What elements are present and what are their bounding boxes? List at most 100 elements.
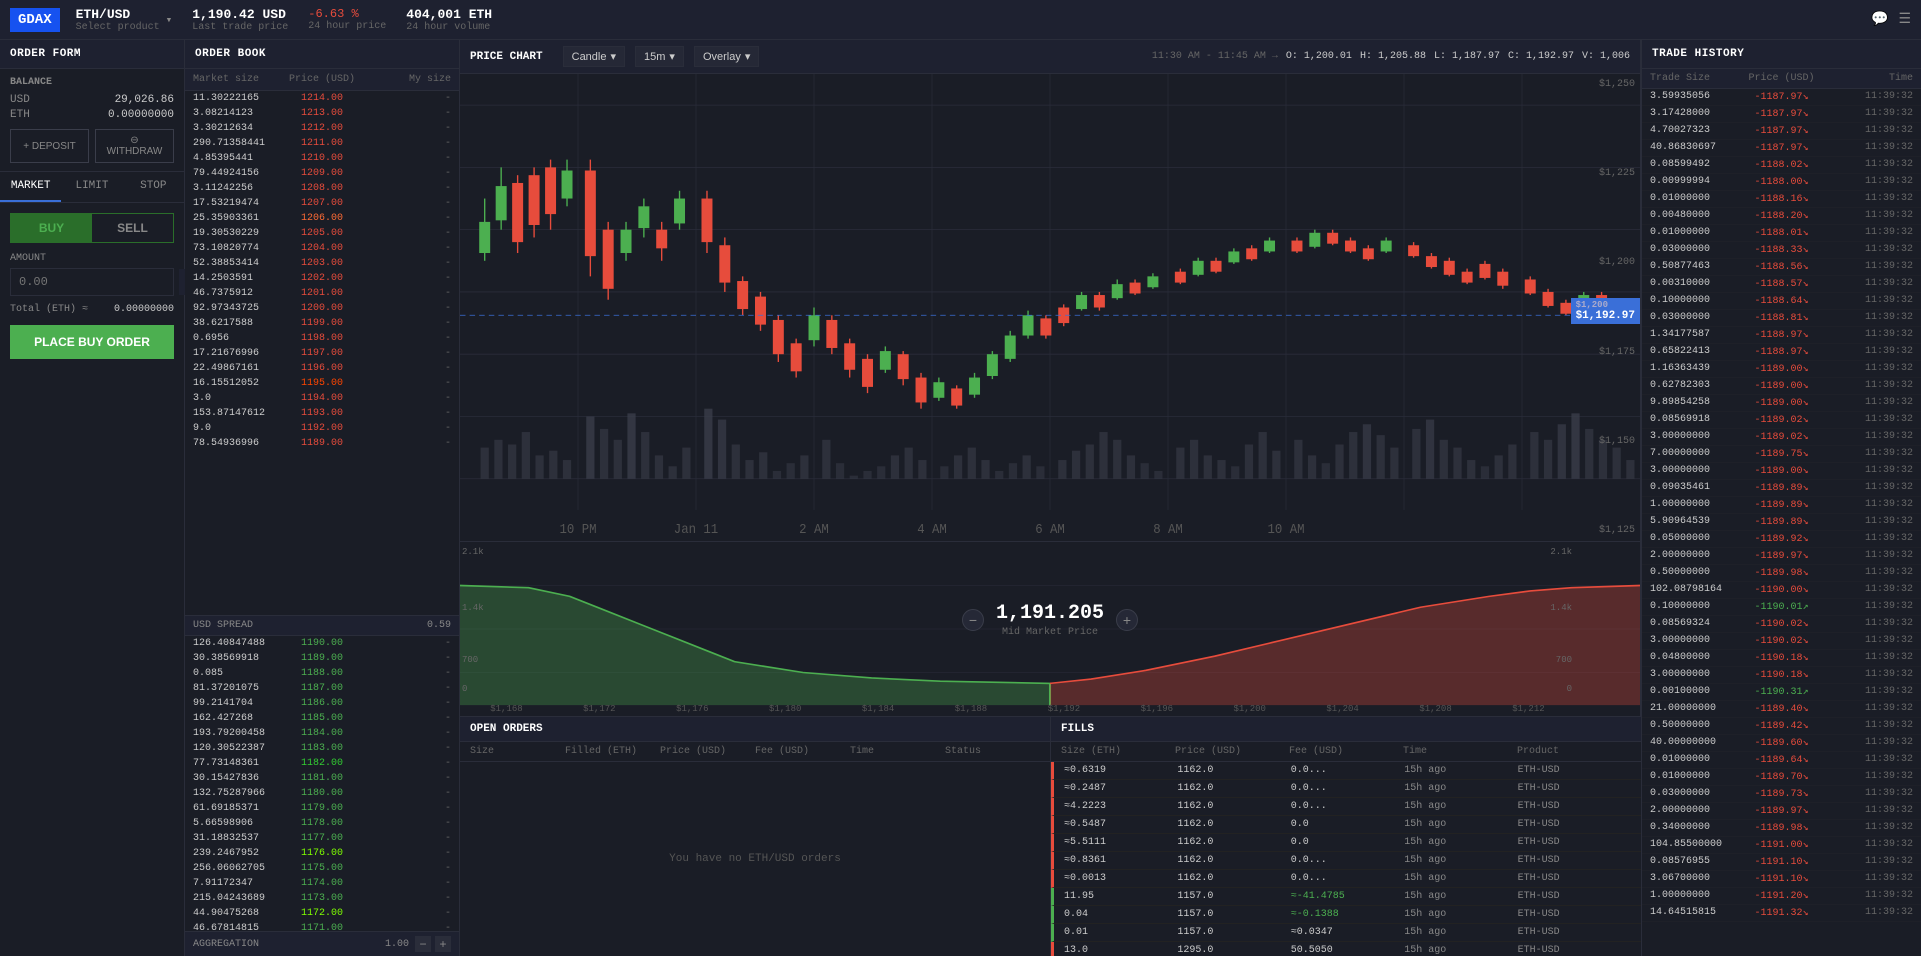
trade-row[interactable]: 9.89854258-1189.00↘11:39:32 <box>1642 395 1921 412</box>
table-row[interactable]: 25.359033611206.00- <box>185 211 459 226</box>
table-row[interactable]: 77.731483611182.00- <box>185 756 459 771</box>
table-row[interactable]: 17.216769961197.00- <box>185 346 459 361</box>
table-row[interactable]: 256.060627051175.00- <box>185 861 459 876</box>
table-row[interactable]: 81.372010751187.00- <box>185 681 459 696</box>
trade-row[interactable]: 40.86830697-1187.97↘11:39:32 <box>1642 140 1921 157</box>
fills-row[interactable]: ≈0.83611162.00.0...15h agoETH-USD <box>1051 852 1641 870</box>
trade-row[interactable]: 1.00000000-1189.89↘11:39:32 <box>1642 497 1921 514</box>
table-row[interactable]: 239.24679521176.00- <box>185 846 459 861</box>
trade-row[interactable]: 1.16363439-1189.00↘11:39:32 <box>1642 361 1921 378</box>
trade-row[interactable]: 0.00100000-1190.31↗11:39:32 <box>1642 684 1921 701</box>
table-row[interactable]: 79.449241561209.00- <box>185 166 459 181</box>
table-row[interactable]: 3.082141231213.00- <box>185 106 459 121</box>
trade-row[interactable]: 0.00310000-1188.57↘11:39:32 <box>1642 276 1921 293</box>
table-row[interactable]: 193.792004581184.00- <box>185 726 459 741</box>
trade-row[interactable]: 0.08569324-1190.02↘11:39:32 <box>1642 616 1921 633</box>
table-row[interactable]: 16.155120521195.00- <box>185 376 459 391</box>
table-row[interactable]: 73.108207741204.00- <box>185 241 459 256</box>
trade-row[interactable]: 0.08576955-1191.10↘11:39:32 <box>1642 854 1921 871</box>
table-row[interactable]: 44.904752681172.00- <box>185 906 459 921</box>
trade-row[interactable]: 2.00000000-1189.97↘11:39:32 <box>1642 803 1921 820</box>
table-row[interactable]: 3.01194.00- <box>185 391 459 406</box>
trade-row[interactable]: 0.01000000-1189.70↘11:39:32 <box>1642 769 1921 786</box>
table-row[interactable]: 30.385699181189.00- <box>185 651 459 666</box>
fills-row[interactable]: 0.011157.0≈0.034715h agoETH-USD <box>1051 924 1641 942</box>
trade-row[interactable]: 0.34000000-1189.98↘11:39:32 <box>1642 820 1921 837</box>
trade-row[interactable]: 2.00000000-1189.97↘11:39:32 <box>1642 548 1921 565</box>
table-row[interactable]: 3.112422561208.00- <box>185 181 459 196</box>
tab-market[interactable]: MARKET <box>0 172 61 202</box>
table-row[interactable]: 120.305223871183.00- <box>185 741 459 756</box>
trade-row[interactable]: 0.08569918-1189.02↘11:39:32 <box>1642 412 1921 429</box>
tab-limit[interactable]: LIMIT <box>61 172 122 202</box>
trade-row[interactable]: 0.08599492-1188.02↘11:39:32 <box>1642 157 1921 174</box>
trade-row[interactable]: 1.00000000-1191.20↘11:39:32 <box>1642 888 1921 905</box>
table-row[interactable]: 153.871476121193.00- <box>185 406 459 421</box>
table-row[interactable]: 5.665989061178.00- <box>185 816 459 831</box>
place-order-button[interactable]: PLACE BUY ORDER <box>10 325 174 359</box>
table-row[interactable]: 3.302126341212.00- <box>185 121 459 136</box>
table-row[interactable]: 0.0851188.00- <box>185 666 459 681</box>
table-row[interactable]: 22.498671611196.00- <box>185 361 459 376</box>
amount-input[interactable] <box>11 269 179 295</box>
table-row[interactable]: 215.042436891173.00- <box>185 891 459 906</box>
trade-row[interactable]: 0.01000000-1188.01↘11:39:32 <box>1642 225 1921 242</box>
sell-button[interactable]: SELL <box>92 214 173 242</box>
trade-row[interactable]: 14.64515815-1191.32↘11:39:32 <box>1642 905 1921 922</box>
zoom-in-button[interactable]: + <box>1116 609 1138 631</box>
fills-row[interactable]: 11.951157.0≈-41.478515h agoETH-USD <box>1051 888 1641 906</box>
trade-row[interactable]: 3.00000000-1189.00↘11:39:32 <box>1642 463 1921 480</box>
fills-row[interactable]: 0.041157.0≈-0.138815h agoETH-USD <box>1051 906 1641 924</box>
table-row[interactable]: 31.188325371177.00- <box>185 831 459 846</box>
table-row[interactable]: 9.01192.00- <box>185 421 459 436</box>
trade-row[interactable]: 0.50877463-1188.56↘11:39:32 <box>1642 259 1921 276</box>
trade-row[interactable]: 0.09035461-1189.89↘11:39:32 <box>1642 480 1921 497</box>
product-selector[interactable]: ETH/USD Select product ▾ <box>76 7 173 33</box>
trade-row[interactable]: 0.10000000-1190.01↗11:39:32 <box>1642 599 1921 616</box>
trade-row[interactable]: 3.00000000-1190.18↘11:39:32 <box>1642 667 1921 684</box>
trade-row[interactable]: 0.00480000-1188.20↘11:39:32 <box>1642 208 1921 225</box>
fills-row[interactable]: ≈0.00131162.00.0...15h agoETH-USD <box>1051 870 1641 888</box>
agg-decrease-button[interactable]: − <box>415 936 431 952</box>
table-row[interactable]: 78.549369961189.00- <box>185 436 459 451</box>
fills-row[interactable]: ≈4.22231162.00.0...15h agoETH-USD <box>1051 798 1641 816</box>
table-row[interactable]: 38.62175881199.00- <box>185 316 459 331</box>
trade-row[interactable]: 4.70027323-1187.97↘11:39:32 <box>1642 123 1921 140</box>
table-row[interactable]: 46.678148151171.00- <box>185 921 459 931</box>
trade-row[interactable]: 3.00000000-1190.02↘11:39:32 <box>1642 633 1921 650</box>
table-row[interactable]: 19.305302291205.00- <box>185 226 459 241</box>
table-row[interactable]: 92.973437251200.00- <box>185 301 459 316</box>
fills-row[interactable]: ≈0.63191162.00.0...15h agoETH-USD <box>1051 762 1641 780</box>
table-row[interactable]: 30.154278361181.00- <box>185 771 459 786</box>
fills-row[interactable]: ≈5.51111162.00.015h agoETH-USD <box>1051 834 1641 852</box>
trade-row[interactable]: 0.10000000-1188.64↘11:39:32 <box>1642 293 1921 310</box>
menu-icon[interactable]: ☰ <box>1898 11 1911 28</box>
trade-row[interactable]: 3.59935056-1187.97↘11:39:32 <box>1642 89 1921 106</box>
chat-icon[interactable]: 💬 <box>1871 11 1888 28</box>
table-row[interactable]: 0.69561198.00- <box>185 331 459 346</box>
deposit-button[interactable]: + DEPOSIT <box>10 129 89 163</box>
trade-row[interactable]: 0.50000000-1189.98↘11:39:32 <box>1642 565 1921 582</box>
trade-row[interactable]: 21.00000000-1189.40↘11:39:32 <box>1642 701 1921 718</box>
table-row[interactable]: 11.302221651214.00- <box>185 91 459 106</box>
table-row[interactable]: 7.911723471174.00- <box>185 876 459 891</box>
zoom-out-button[interactable]: − <box>962 609 984 631</box>
trade-row[interactable]: 1.34177587-1188.97↘11:39:32 <box>1642 327 1921 344</box>
trade-row[interactable]: 40.00000000-1189.60↘11:39:32 <box>1642 735 1921 752</box>
trade-row[interactable]: 3.00000000-1189.02↘11:39:32 <box>1642 429 1921 446</box>
trade-row[interactable]: 0.03000000-1188.81↘11:39:32 <box>1642 310 1921 327</box>
fills-row[interactable]: ≈0.54871162.00.015h agoETH-USD <box>1051 816 1641 834</box>
table-row[interactable]: 290.713584411211.00- <box>185 136 459 151</box>
overlay-button[interactable]: Overlay ▾ <box>694 46 759 67</box>
trade-row[interactable]: 0.05000000-1189.92↘11:39:32 <box>1642 531 1921 548</box>
table-row[interactable]: 14.25035911202.00- <box>185 271 459 286</box>
table-row[interactable]: 4.853954411210.00- <box>185 151 459 166</box>
trade-row[interactable]: 3.06700000-1191.10↘11:39:32 <box>1642 871 1921 888</box>
table-row[interactable]: 61.691853711179.00- <box>185 801 459 816</box>
trade-row[interactable]: 0.50000000-1189.42↘11:39:32 <box>1642 718 1921 735</box>
withdraw-button[interactable]: ⊖ WITHDRAW <box>95 129 174 163</box>
table-row[interactable]: 126.408474881190.00- <box>185 636 459 651</box>
trade-row[interactable]: 0.65822413-1188.97↘11:39:32 <box>1642 344 1921 361</box>
table-row[interactable]: 46.73759121201.00- <box>185 286 459 301</box>
trade-row[interactable]: 0.03000000-1188.33↘11:39:32 <box>1642 242 1921 259</box>
